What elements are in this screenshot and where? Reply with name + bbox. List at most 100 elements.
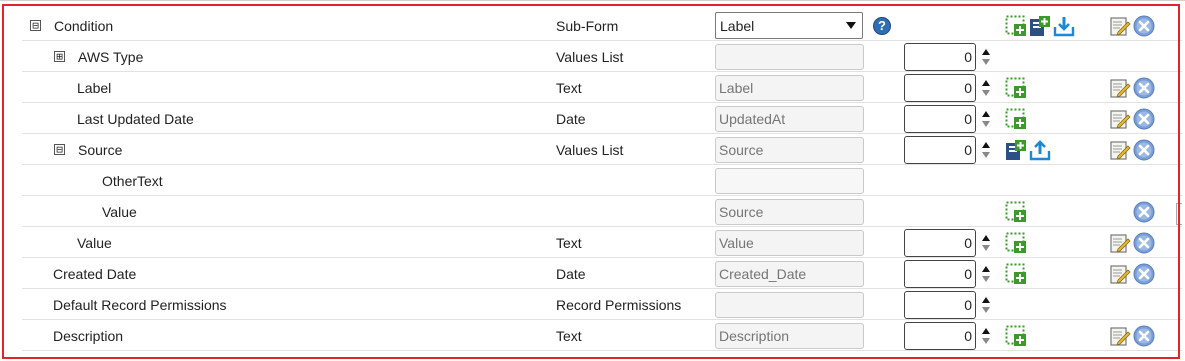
mapping-field-input[interactable]: [715, 43, 864, 70]
row-edit-actions: [1109, 10, 1155, 41]
spin-down-icon[interactable]: [982, 120, 990, 127]
remove-icon[interactable]: [1133, 263, 1155, 285]
spin-down-icon[interactable]: [982, 89, 990, 96]
remove-icon[interactable]: [1133, 201, 1155, 223]
mapping-field-input[interactable]: [715, 291, 864, 318]
add-field-icon[interactable]: [1005, 77, 1027, 99]
spin-up-icon[interactable]: [982, 141, 990, 148]
field-type: Text: [556, 234, 582, 251]
order-spinner[interactable]: [982, 141, 990, 158]
order-input[interactable]: 0: [904, 228, 976, 257]
field-type: Record Permissions: [556, 296, 682, 313]
spin-up-icon[interactable]: [982, 79, 990, 86]
add-field-icon[interactable]: [1005, 15, 1027, 37]
remove-icon[interactable]: [1133, 77, 1155, 99]
add-field-icon[interactable]: [1005, 325, 1027, 347]
order-input[interactable]: 0: [904, 135, 976, 164]
table-row: Last Updated Date Date 0: [22, 103, 1182, 134]
upload-icon[interactable]: [1029, 139, 1051, 161]
order-cell: 0: [904, 289, 990, 320]
order-input[interactable]: 0: [904, 104, 976, 133]
edit-icon[interactable]: [1109, 15, 1131, 37]
field-name: Source: [78, 141, 123, 158]
mapping-field-input[interactable]: [715, 322, 864, 349]
edit-icon[interactable]: [1109, 108, 1131, 130]
import-field-icon[interactable]: [1029, 15, 1051, 37]
spin-up-icon[interactable]: [982, 265, 990, 272]
remove-icon[interactable]: [1133, 325, 1155, 347]
mapping-field-input[interactable]: [715, 105, 864, 132]
mapping-field-input[interactable]: [715, 229, 864, 256]
edit-icon[interactable]: [1109, 232, 1131, 254]
order-input[interactable]: 0: [904, 290, 976, 319]
spin-up-icon[interactable]: [982, 110, 990, 117]
field-select-cell: Label ?: [715, 10, 891, 41]
field-type: Text: [556, 327, 582, 344]
spin-down-icon[interactable]: [982, 337, 990, 344]
edit-icon[interactable]: [1109, 77, 1131, 99]
remove-icon[interactable]: [1133, 139, 1155, 161]
import-field-icon[interactable]: [1005, 139, 1027, 161]
spin-up-icon[interactable]: [982, 48, 990, 55]
collapse-icon[interactable]: ⊟: [30, 20, 41, 31]
spin-up-icon[interactable]: [982, 296, 990, 303]
collapse-icon[interactable]: ⊟: [54, 144, 65, 155]
spin-down-icon[interactable]: [982, 275, 990, 282]
field-name: OtherText: [102, 172, 163, 189]
order-cell: 0: [904, 227, 990, 258]
add-field-icon[interactable]: [1005, 232, 1027, 254]
order-spinner[interactable]: [982, 48, 990, 65]
order-input[interactable]: 0: [904, 42, 976, 71]
mapping-field-input[interactable]: [715, 260, 864, 287]
field-name: Value: [77, 234, 112, 251]
order-spinner[interactable]: [982, 234, 990, 251]
mapping-field-input[interactable]: [715, 74, 864, 101]
order-input[interactable]: 0: [904, 321, 976, 350]
expand-icon[interactable]: ⊞: [54, 51, 65, 62]
table-row: Value: [22, 196, 1182, 227]
order-spinner[interactable]: [982, 296, 990, 313]
field-type: Sub-Form: [556, 17, 619, 34]
spin-down-icon[interactable]: [982, 306, 990, 313]
table-row: Description Text 0: [22, 320, 1182, 351]
edit-icon[interactable]: [1109, 263, 1131, 285]
field-name: Value: [102, 203, 137, 220]
remove-icon[interactable]: [1133, 232, 1155, 254]
top-separator: [0, 0, 1185, 4]
edit-icon[interactable]: [1109, 325, 1131, 347]
remove-icon[interactable]: [1133, 15, 1155, 37]
help-icon[interactable]: ?: [873, 16, 891, 35]
download-icon[interactable]: [1053, 15, 1075, 37]
row-edit-actions: [1109, 227, 1155, 258]
add-field-icon[interactable]: [1005, 201, 1027, 223]
mapping-field-input[interactable]: [715, 167, 864, 194]
mapping-field-input[interactable]: [715, 136, 864, 163]
order-spinner[interactable]: [982, 265, 990, 282]
order-cell: 0: [904, 72, 990, 103]
order-spinner[interactable]: [982, 79, 990, 96]
mapping-field-input[interactable]: [715, 198, 864, 225]
spin-up-icon[interactable]: [982, 234, 990, 241]
table-row: Created Date Date 0: [22, 258, 1182, 289]
select-value: Label: [720, 17, 755, 34]
field-input-cell: [715, 227, 864, 258]
spin-down-icon[interactable]: [982, 58, 990, 65]
field-name: Description: [53, 327, 124, 344]
field-tree-table: ⊟ Condition Sub-Form Label ? ⊞ AWS Type …: [22, 10, 1182, 351]
spin-down-icon[interactable]: [982, 151, 990, 158]
scrollbar-edge[interactable]: [1176, 203, 1182, 225]
row-actions: [1005, 258, 1027, 289]
edit-icon[interactable]: [1109, 139, 1131, 161]
order-input[interactable]: 0: [904, 259, 976, 288]
display-field-select[interactable]: Label: [715, 12, 863, 39]
order-spinner[interactable]: [982, 327, 990, 344]
remove-icon[interactable]: [1133, 108, 1155, 130]
field-input-cell: [715, 289, 864, 320]
add-field-icon[interactable]: [1005, 108, 1027, 130]
spin-up-icon[interactable]: [982, 327, 990, 334]
add-field-icon[interactable]: [1005, 263, 1027, 285]
spin-down-icon[interactable]: [982, 244, 990, 251]
row-edit-actions: [1109, 258, 1155, 289]
order-input[interactable]: 0: [904, 73, 976, 102]
order-spinner[interactable]: [982, 110, 990, 127]
